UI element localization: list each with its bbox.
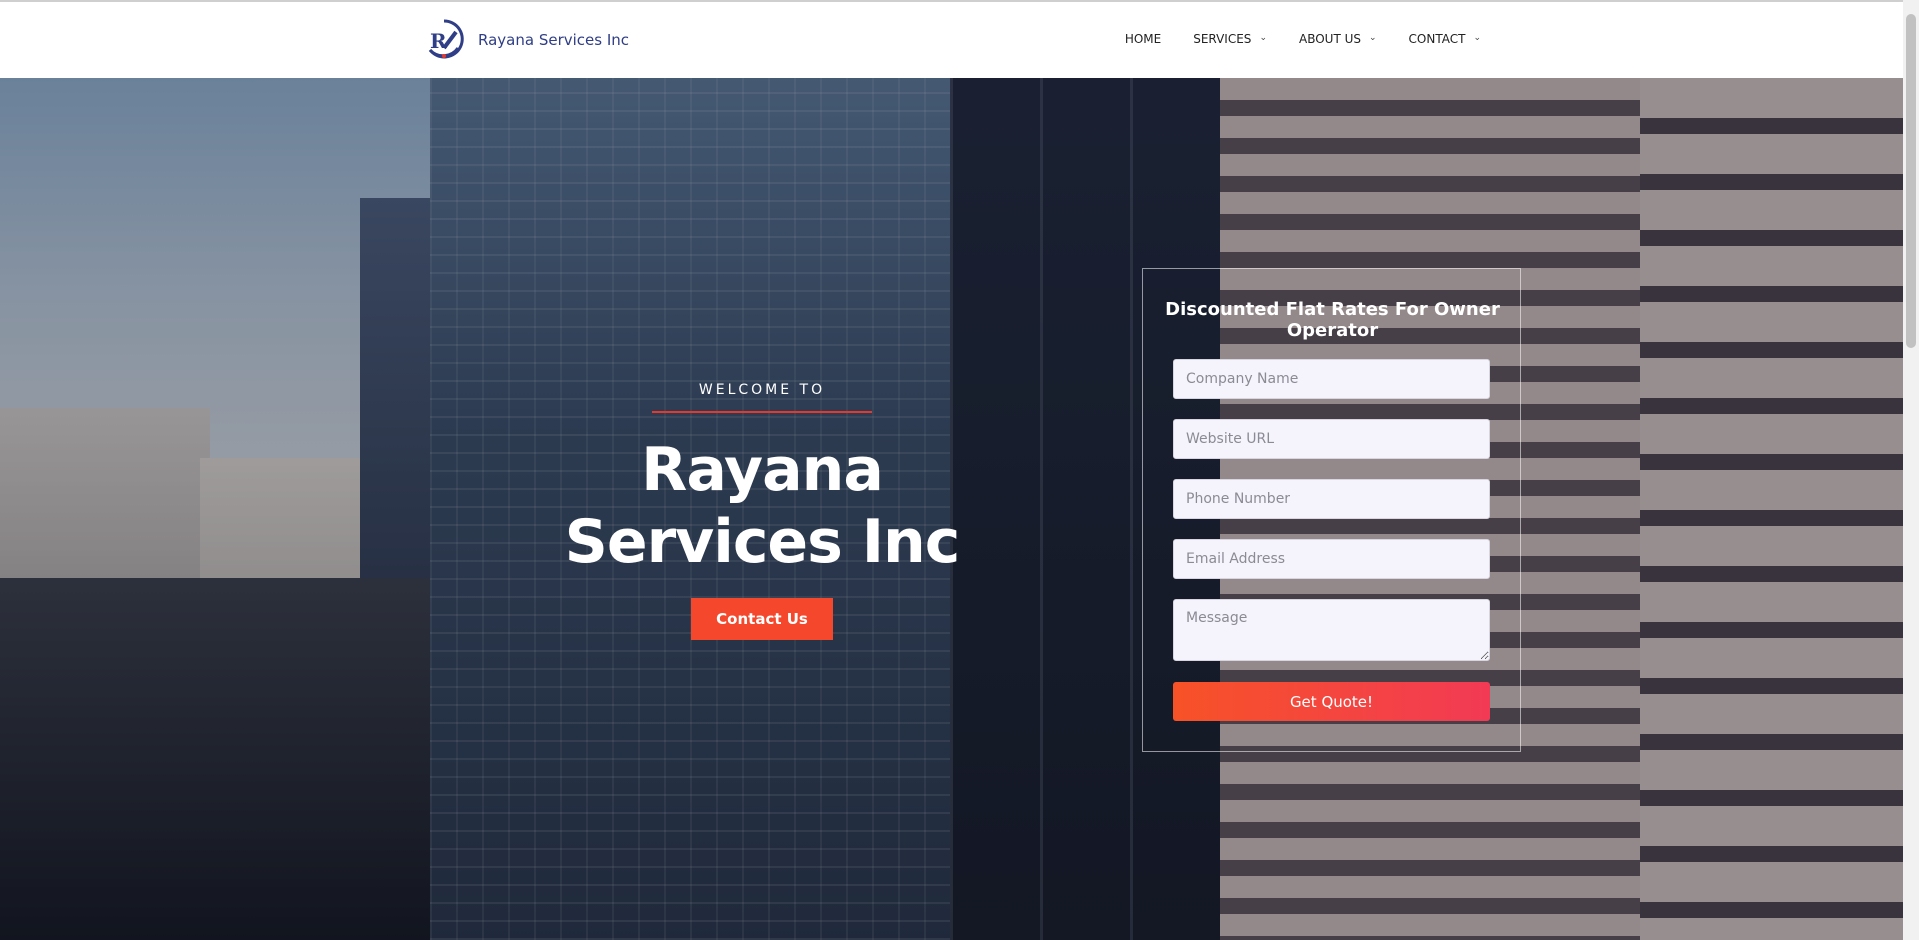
main-nav: HOME SERVICES ⌄ ABOUT US ⌄ CONTACT ⌄ (1125, 32, 1481, 46)
phone-number-input[interactable] (1173, 479, 1490, 519)
nav-services-label: SERVICES (1193, 32, 1252, 46)
quote-form: Discounted Flat Rates For Owner Operator… (1142, 268, 1521, 752)
brand-name: Rayana Services Inc (478, 31, 630, 49)
nav-contact[interactable]: CONTACT ⌄ (1409, 32, 1481, 46)
welcome-underline (652, 411, 872, 413)
rs-logo-icon: R (424, 18, 464, 62)
website-url-input[interactable] (1173, 419, 1490, 459)
chevron-down-icon: ⌄ (1473, 33, 1481, 43)
company-name-input[interactable] (1173, 359, 1490, 399)
brand[interactable]: R Rayana Services Inc (424, 18, 629, 62)
contact-us-button[interactable]: Contact Us (691, 598, 833, 640)
nav-about-us[interactable]: ABOUT US ⌄ (1299, 32, 1377, 46)
nav-home-label: HOME (1124, 32, 1162, 46)
welcome-text: WELCOME TO (698, 382, 826, 398)
hero-title-line1: Rayana (641, 435, 884, 505)
hero-title-line2: Services Inc (564, 507, 961, 577)
chevron-down-icon: ⌄ (1369, 33, 1377, 43)
hero-title: Rayana Services Inc (540, 434, 984, 578)
hero-section: WELCOME TO Rayana Services Inc Contact U… (0, 78, 1903, 940)
page-scrollbar[interactable] (1903, 0, 1919, 940)
nav-services[interactable]: SERVICES ⌄ (1193, 32, 1267, 46)
nav-home[interactable]: HOME (1125, 32, 1161, 46)
svg-text:R: R (430, 29, 447, 53)
email-address-input[interactable] (1173, 539, 1490, 579)
scrollbar-thumb[interactable] (1906, 14, 1916, 348)
chevron-down-icon: ⌄ (1259, 33, 1267, 43)
message-textarea[interactable] (1173, 599, 1490, 661)
nav-about-label: ABOUT US (1298, 32, 1361, 46)
nav-contact-label: CONTACT (1408, 32, 1466, 46)
get-quote-button[interactable]: Get Quote! (1173, 682, 1490, 721)
form-title: Discounted Flat Rates For Owner Operator (1165, 299, 1500, 341)
site-header: R Rayana Services Inc HOME SERVICES ⌄ AB… (0, 2, 1903, 78)
